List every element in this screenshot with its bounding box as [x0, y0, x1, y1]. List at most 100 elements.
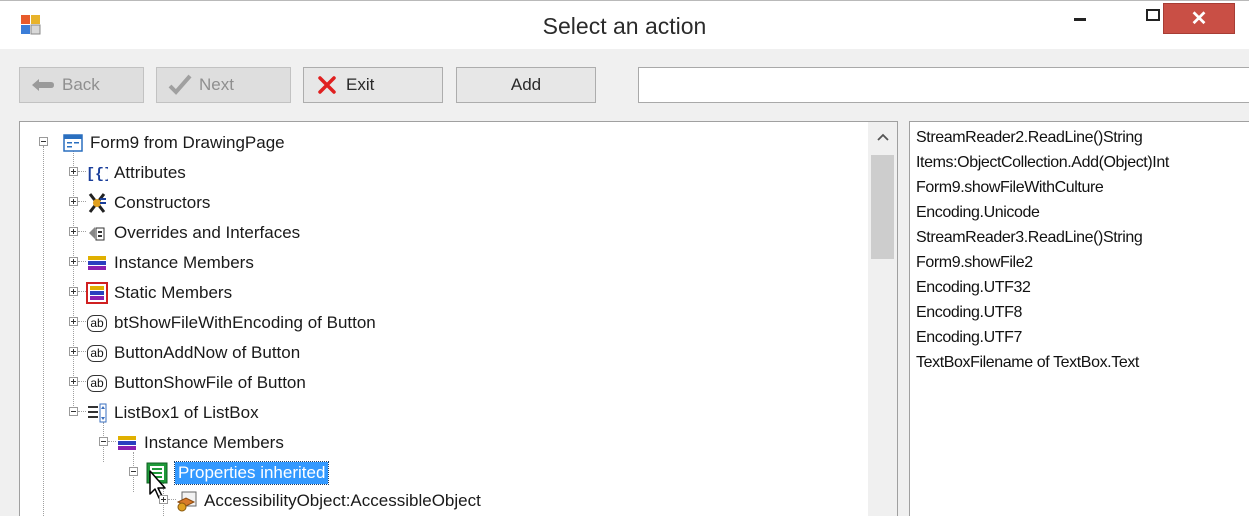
- add-button[interactable]: Add: [456, 67, 596, 103]
- list-item[interactable]: StreamReader3.ReadLine()String: [916, 225, 1249, 250]
- tree-node-overrides[interactable]: Overrides and Interfaces: [20, 218, 868, 246]
- object-tree-panel: Form9 from DrawingPage [{}] Attributes C…: [19, 121, 898, 516]
- collapse-toggle[interactable]: [69, 407, 78, 416]
- tree-branch-line: [78, 201, 86, 202]
- tree-node-label: btShowFileWithEncoding of Button: [114, 313, 376, 332]
- expand-toggle[interactable]: [69, 377, 78, 386]
- exit-button[interactable]: Exit: [303, 67, 443, 103]
- expand-toggle[interactable]: [69, 317, 78, 326]
- next-button[interactable]: Next: [156, 67, 291, 103]
- tree-node-label: ListBox1 of ListBox: [114, 403, 259, 422]
- collapse-toggle[interactable]: [39, 137, 48, 146]
- tree-branch-line: [78, 321, 86, 322]
- form-icon: [62, 132, 84, 154]
- button-ab-icon: ab: [86, 372, 108, 394]
- expand-toggle[interactable]: [69, 227, 78, 236]
- next-label: Next: [199, 75, 234, 94]
- exit-label: Exit: [346, 75, 375, 94]
- tree-node-label: Instance Members: [144, 433, 284, 452]
- tree-branch-line: [78, 261, 86, 262]
- select-action-window: Select an action ✕ Back Next Exit Add Fo…: [0, 0, 1249, 516]
- tree-node-attributes[interactable]: [{}] Attributes: [20, 158, 868, 186]
- tree-node-label: Static Members: [114, 283, 233, 302]
- red-x-icon: [314, 72, 340, 98]
- list-item[interactable]: Encoding.UTF8: [916, 300, 1249, 325]
- collapse-toggle[interactable]: [129, 467, 138, 476]
- scroll-up-button[interactable]: [868, 122, 897, 152]
- expand-toggle[interactable]: [69, 197, 78, 206]
- attributes-icon: [{}]: [86, 162, 108, 184]
- tree-node-label: ButtonShowFile of Button: [114, 373, 306, 392]
- tree-vertical-scrollbar[interactable]: [868, 122, 897, 516]
- collapse-toggle[interactable]: [99, 437, 108, 446]
- toolbar: Back Next Exit Add: [0, 49, 1249, 113]
- tree-node-static-members[interactable]: Static Members: [20, 278, 868, 306]
- back-hand-icon: [30, 72, 56, 98]
- tree-branch-line: [78, 411, 86, 412]
- tree-node-btshowfilewithencoding[interactable]: ab btShowFileWithEncoding of Button: [20, 308, 868, 336]
- title-bar: Select an action ✕: [0, 1, 1249, 49]
- members-stack-icon: [116, 432, 138, 454]
- tree-node-listbox-instance-members[interactable]: Instance Members: [20, 428, 868, 456]
- close-icon: ✕: [1190, 8, 1208, 30]
- scroll-thumb[interactable]: [871, 155, 894, 259]
- tree-node-label: Instance Members: [114, 253, 254, 272]
- tree-node-root[interactable]: Form9 from DrawingPage: [20, 128, 868, 156]
- expand-toggle[interactable]: [69, 167, 78, 176]
- list-item[interactable]: Form9.showFileWithCulture: [916, 175, 1249, 200]
- tree-branch-line: [78, 291, 86, 292]
- tree-branch-line: [168, 499, 176, 500]
- expand-toggle[interactable]: [69, 347, 78, 356]
- list-item[interactable]: StreamReader2.ReadLine()String: [916, 125, 1249, 150]
- tree-node-label: Properties inherited: [173, 461, 330, 485]
- minimize-icon: [1074, 18, 1086, 21]
- command-input[interactable]: [638, 67, 1249, 103]
- tree-branch-line: [78, 381, 86, 382]
- minimize-button[interactable]: [1057, 1, 1103, 34]
- tree-node-label: Attributes: [114, 163, 186, 182]
- action-list-panel: StreamReader2.ReadLine()String Items:Obj…: [909, 121, 1249, 516]
- interfaces-icon: [86, 222, 108, 244]
- chevron-up-icon: [876, 133, 889, 141]
- listbox-icon: [86, 402, 108, 424]
- list-item[interactable]: TextBoxFilename of TextBox.Text: [916, 350, 1249, 375]
- object-tree: Form9 from DrawingPage [{}] Attributes C…: [20, 122, 868, 516]
- tree-branch-line: [108, 441, 116, 442]
- maximize-icon: [1146, 8, 1160, 21]
- tree-node-accessibility-object[interactable]: AccessibilityObject:AccessibleObject: [20, 486, 868, 514]
- list-item[interactable]: Encoding.UTF32: [916, 275, 1249, 300]
- back-button[interactable]: Back: [19, 67, 144, 103]
- static-members-icon: [86, 282, 108, 304]
- tree-node-label: Constructors: [114, 193, 211, 212]
- tree-branch-line: [78, 171, 86, 172]
- svg-text:[{}]: [{}]: [86, 166, 108, 182]
- expand-toggle[interactable]: [69, 287, 78, 296]
- add-label: Add: [510, 75, 542, 94]
- close-button[interactable]: ✕: [1163, 3, 1235, 34]
- tree-node-label: ButtonAddNow of Button: [114, 343, 301, 362]
- list-item[interactable]: Encoding.Unicode: [916, 200, 1249, 225]
- tree-node-label: AccessibilityObject:AccessibleObject: [204, 491, 481, 510]
- tree-node-buttonaddnow[interactable]: ab ButtonAddNow of Button: [20, 338, 868, 366]
- constructors-icon: [86, 192, 108, 214]
- checkmark-icon: [167, 72, 193, 98]
- members-stack-icon: [86, 252, 108, 274]
- button-ab-icon: ab: [86, 342, 108, 364]
- list-item[interactable]: Items:ObjectCollection.Add(Object)Int: [916, 150, 1249, 175]
- tree-branch-line: [78, 351, 86, 352]
- expand-toggle[interactable]: [159, 495, 168, 504]
- tree-node-listbox1[interactable]: ListBox1 of ListBox: [20, 398, 868, 426]
- action-list: StreamReader2.ReadLine()String Items:Obj…: [910, 122, 1249, 375]
- tree-branch-line: [78, 231, 86, 232]
- back-label: Back: [62, 75, 100, 94]
- tree-node-instance-members[interactable]: Instance Members: [20, 248, 868, 276]
- button-ab-icon: ab: [86, 312, 108, 334]
- list-item[interactable]: Form9.showFile2: [916, 250, 1249, 275]
- tree-node-constructors[interactable]: Constructors: [20, 188, 868, 216]
- list-item[interactable]: Encoding.UTF7: [916, 325, 1249, 350]
- tree-node-label: Form9 from DrawingPage: [90, 133, 285, 152]
- expand-toggle[interactable]: [69, 257, 78, 266]
- property-object-icon: [176, 490, 198, 512]
- tree-node-buttonshowfile[interactable]: ab ButtonShowFile of Button: [20, 368, 868, 396]
- tree-node-label: Overrides and Interfaces: [114, 223, 301, 242]
